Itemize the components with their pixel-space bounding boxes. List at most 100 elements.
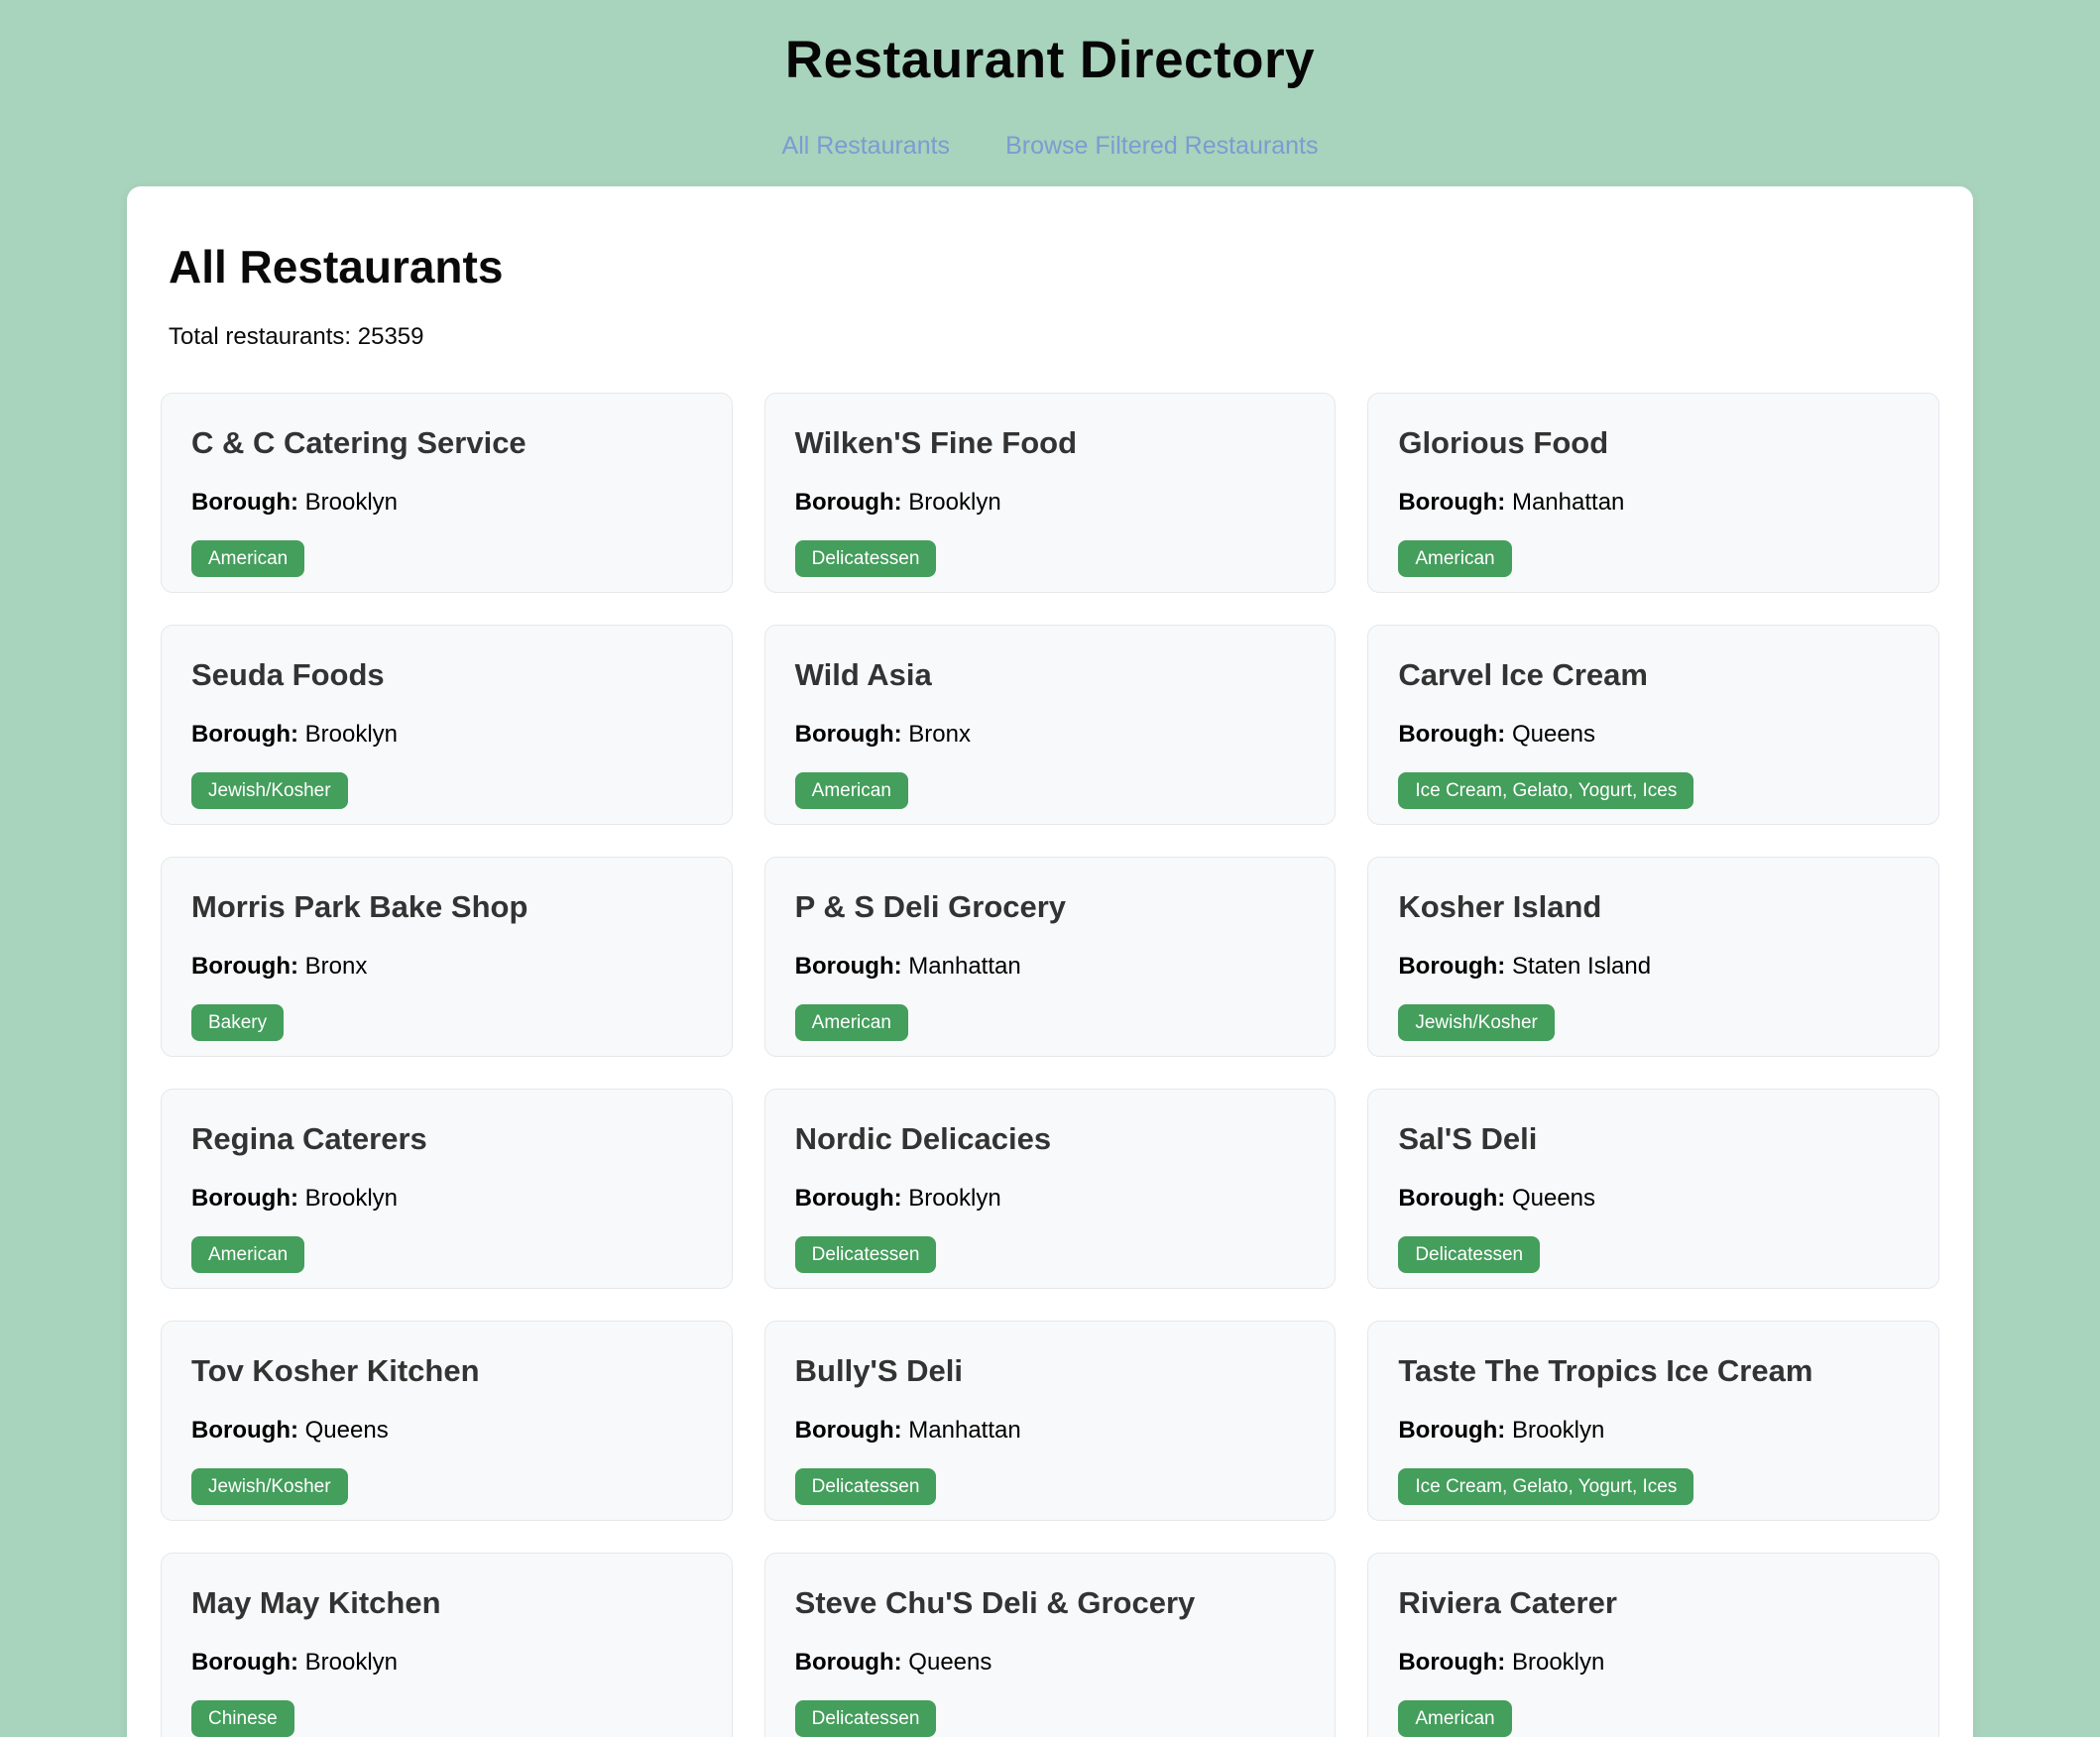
restaurant-name: Glorious Food xyxy=(1398,425,1909,461)
restaurant-card: Sal'S Deli Borough: Queens Delicatessen xyxy=(1367,1089,1939,1289)
restaurant-card: Wilken'S Fine Food Borough: Brooklyn Del… xyxy=(764,393,1337,593)
restaurant-name: May May Kitchen xyxy=(191,1585,702,1621)
borough-label: Borough: xyxy=(191,953,298,980)
cuisine-badge: Chinese xyxy=(191,1700,294,1737)
total-count: Total restaurants: 25359 xyxy=(169,323,1939,351)
restaurant-name: Wild Asia xyxy=(795,657,1306,693)
restaurant-card: Seuda Foods Borough: Brooklyn Jewish/Kos… xyxy=(161,625,733,825)
restaurant-name: Riviera Caterer xyxy=(1398,1585,1909,1621)
cuisine-badge: Jewish/Kosher xyxy=(191,1468,348,1505)
restaurant-name: Morris Park Bake Shop xyxy=(191,889,702,925)
borough-value: Queens xyxy=(908,1649,992,1676)
cuisine-badge: Ice Cream, Gelato, Yogurt, Ices xyxy=(1398,1468,1693,1505)
restaurant-card: P & S Deli Grocery Borough: Manhattan Am… xyxy=(764,857,1337,1057)
borough-value: Bronx xyxy=(908,721,971,748)
cuisine-badge: Delicatessen xyxy=(795,1700,937,1737)
cuisine-badge: American xyxy=(1398,1700,1511,1737)
borough-value: Queens xyxy=(1512,721,1595,748)
borough-value: Brooklyn xyxy=(908,489,1000,516)
section-title: All Restaurants xyxy=(169,240,1939,293)
nav-link-browse-filtered[interactable]: Browse Filtered Restaurants xyxy=(1005,132,1318,161)
restaurant-name: Steve Chu'S Deli & Grocery xyxy=(795,1585,1306,1621)
borough-line: Borough: Manhattan xyxy=(1398,489,1909,517)
borough-line: Borough: Bronx xyxy=(191,953,702,981)
restaurant-name: Taste The Tropics Ice Cream xyxy=(1398,1353,1909,1389)
borough-label: Borough: xyxy=(1398,1649,1505,1676)
borough-label: Borough: xyxy=(1398,721,1505,748)
restaurant-card: Wild Asia Borough: Bronx American xyxy=(764,625,1337,825)
borough-line: Borough: Staten Island xyxy=(1398,953,1909,981)
restaurant-card: Taste The Tropics Ice Cream Borough: Bro… xyxy=(1367,1321,1939,1521)
borough-label: Borough: xyxy=(191,721,298,748)
cuisine-badge: Jewish/Kosher xyxy=(1398,1004,1555,1041)
borough-line: Borough: Queens xyxy=(795,1649,1306,1677)
cuisine-badge: Delicatessen xyxy=(795,1236,937,1273)
cuisine-badge: Bakery xyxy=(191,1004,284,1041)
borough-value: Manhattan xyxy=(908,1417,1020,1444)
borough-value: Manhattan xyxy=(908,953,1020,980)
borough-value: Brooklyn xyxy=(305,1185,398,1212)
borough-label: Borough: xyxy=(795,721,902,748)
restaurant-card: Morris Park Bake Shop Borough: Bronx Bak… xyxy=(161,857,733,1057)
borough-value: Brooklyn xyxy=(305,489,398,516)
cuisine-badge: American xyxy=(795,772,908,809)
restaurant-name: Seuda Foods xyxy=(191,657,702,693)
borough-label: Borough: xyxy=(1398,1185,1505,1212)
borough-label: Borough: xyxy=(191,1417,298,1444)
restaurant-card: Bully'S Deli Borough: Manhattan Delicate… xyxy=(764,1321,1337,1521)
cuisine-badge: Delicatessen xyxy=(1398,1236,1540,1273)
restaurant-card: C & C Catering Service Borough: Brooklyn… xyxy=(161,393,733,593)
borough-value: Bronx xyxy=(305,953,368,980)
restaurant-card: Nordic Delicacies Borough: Brooklyn Deli… xyxy=(764,1089,1337,1289)
borough-line: Borough: Bronx xyxy=(795,721,1306,749)
borough-label: Borough: xyxy=(1398,1417,1505,1444)
borough-value: Brooklyn xyxy=(908,1185,1000,1212)
cuisine-badge: American xyxy=(795,1004,908,1041)
restaurant-card: Tov Kosher Kitchen Borough: Queens Jewis… xyxy=(161,1321,733,1521)
borough-label: Borough: xyxy=(795,1185,902,1212)
restaurant-name: Wilken'S Fine Food xyxy=(795,425,1306,461)
borough-line: Borough: Brooklyn xyxy=(191,721,702,749)
borough-line: Borough: Manhattan xyxy=(795,953,1306,981)
borough-label: Borough: xyxy=(191,489,298,516)
borough-line: Borough: Manhattan xyxy=(795,1417,1306,1445)
borough-value: Brooklyn xyxy=(305,721,398,748)
restaurant-card: Kosher Island Borough: Staten Island Jew… xyxy=(1367,857,1939,1057)
restaurant-card: Riviera Caterer Borough: Brooklyn Americ… xyxy=(1367,1553,1939,1737)
restaurant-name: Tov Kosher Kitchen xyxy=(191,1353,702,1389)
restaurant-name: C & C Catering Service xyxy=(191,425,702,461)
restaurant-name: Carvel Ice Cream xyxy=(1398,657,1909,693)
restaurant-name: Regina Caterers xyxy=(191,1121,702,1157)
cuisine-badge: Jewish/Kosher xyxy=(191,772,348,809)
page-title: Restaurant Directory xyxy=(0,30,2100,90)
cuisine-badge: Ice Cream, Gelato, Yogurt, Ices xyxy=(1398,772,1693,809)
restaurant-name: Nordic Delicacies xyxy=(795,1121,1306,1157)
cuisine-badge: American xyxy=(191,1236,304,1273)
cuisine-badge: American xyxy=(1398,540,1511,577)
restaurant-name: Sal'S Deli xyxy=(1398,1121,1909,1157)
borough-label: Borough: xyxy=(795,1417,902,1444)
borough-line: Borough: Queens xyxy=(191,1417,702,1445)
restaurant-card: Regina Caterers Borough: Brooklyn Americ… xyxy=(161,1089,733,1289)
content-panel: All Restaurants Total restaurants: 25359… xyxy=(127,186,1973,1737)
cuisine-badge: American xyxy=(191,540,304,577)
borough-line: Borough: Queens xyxy=(1398,1185,1909,1213)
borough-label: Borough: xyxy=(1398,489,1505,516)
borough-value: Brooklyn xyxy=(1512,1417,1604,1444)
nav-link-all-restaurants[interactable]: All Restaurants xyxy=(782,132,951,161)
restaurant-card: Carvel Ice Cream Borough: Queens Ice Cre… xyxy=(1367,625,1939,825)
restaurant-card: Glorious Food Borough: Manhattan America… xyxy=(1367,393,1939,593)
borough-line: Borough: Brooklyn xyxy=(1398,1649,1909,1677)
borough-label: Borough: xyxy=(191,1185,298,1212)
borough-line: Borough: Brooklyn xyxy=(1398,1417,1909,1445)
borough-line: Borough: Brooklyn xyxy=(795,489,1306,517)
borough-value: Manhattan xyxy=(1512,489,1624,516)
borough-value: Brooklyn xyxy=(305,1649,398,1676)
restaurant-name: P & S Deli Grocery xyxy=(795,889,1306,925)
restaurant-grid: C & C Catering Service Borough: Brooklyn… xyxy=(161,393,1939,1737)
restaurant-name: Bully'S Deli xyxy=(795,1353,1306,1389)
borough-line: Borough: Brooklyn xyxy=(191,489,702,517)
borough-line: Borough: Brooklyn xyxy=(191,1185,702,1213)
borough-label: Borough: xyxy=(191,1649,298,1676)
borough-line: Borough: Queens xyxy=(1398,721,1909,749)
